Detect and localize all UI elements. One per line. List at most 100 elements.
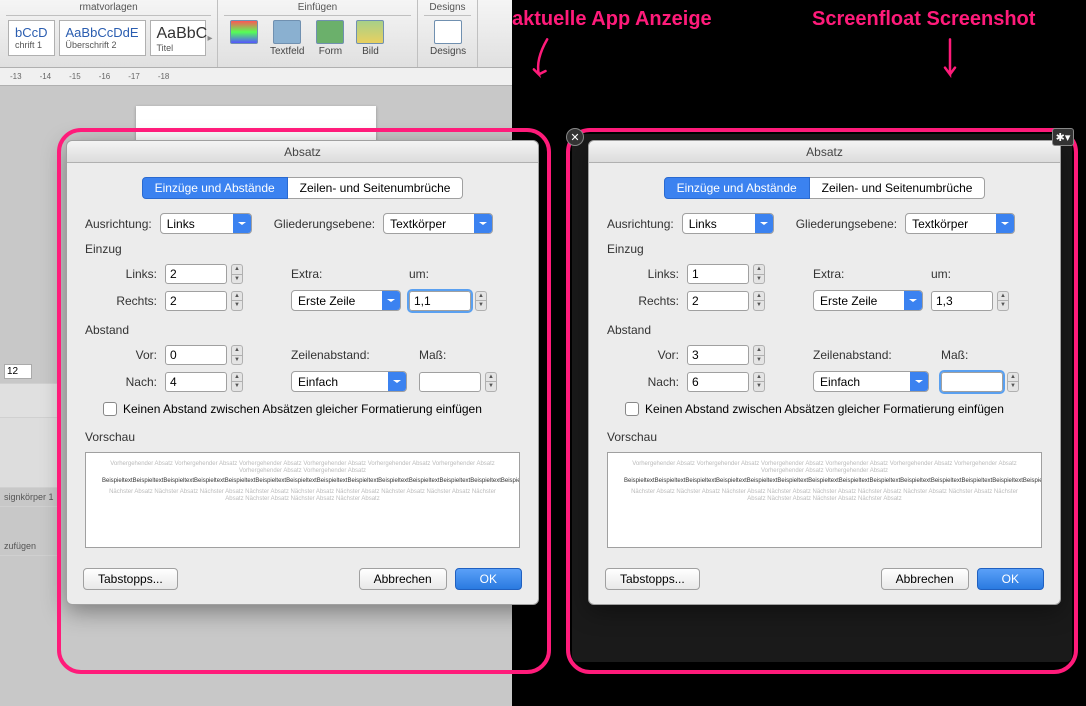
alignment-label: Ausrichtung: (85, 217, 152, 231)
style-heading2[interactable]: AaBbCcDdEÜberschrift 2 (59, 20, 146, 56)
dropdown-arrow-icon (996, 214, 1014, 233)
stepper-icon[interactable]: ▲▼ (231, 372, 243, 392)
arrow-left-icon (528, 36, 558, 86)
tabstops-button[interactable]: Tabstopps... (83, 568, 178, 590)
indent-right-input[interactable] (165, 291, 227, 311)
dropdown-arrow-icon (382, 291, 400, 310)
dialog-tabs: Einzüge und AbständeZeilen- und Seitenum… (607, 177, 1042, 199)
screenfloat-close-button[interactable]: ✕ (566, 128, 584, 146)
preview-snippet (0, 418, 60, 488)
tabstops-button[interactable]: Tabstopps... (605, 568, 700, 590)
dropdown-arrow-icon (388, 372, 406, 391)
sidebar-add-link[interactable]: zufügen (0, 537, 60, 556)
ribbon-section-designs: Designs (424, 2, 471, 16)
tab-pagebreaks[interactable]: Zeilen- und Seitenumbrüche (810, 177, 986, 199)
line-spacing-select[interactable]: Einfach (291, 371, 407, 392)
no-space-label: Keinen Abstand zwischen Absätzen gleiche… (123, 402, 482, 416)
stepper-icon[interactable]: ▲▼ (753, 345, 765, 365)
after-input[interactable] (165, 372, 227, 392)
stepper-icon[interactable]: ▲▼ (1007, 372, 1019, 392)
ribbon-designs[interactable]: Designs (424, 18, 472, 59)
preview-label: Vorschau (607, 430, 1042, 444)
cancel-button[interactable]: Abbrechen (359, 568, 447, 590)
um-label: um: (931, 267, 951, 281)
tab-pagebreaks[interactable]: Zeilen- und Seitenumbrüche (288, 177, 464, 199)
tab-indent-spacing[interactable]: Einzüge und Abstände (142, 177, 288, 199)
preview-label: Vorschau (85, 430, 520, 444)
no-space-checkbox[interactable] (625, 402, 639, 416)
stepper-icon[interactable]: ▲▼ (231, 291, 243, 311)
indent-right-input[interactable] (687, 291, 749, 311)
indent-section-label: Einzug (607, 242, 1042, 256)
alignment-label: Ausrichtung: (607, 217, 674, 231)
stepper-icon[interactable]: ▲▼ (753, 264, 765, 284)
indent-left-label: Links: (85, 267, 157, 281)
after-input[interactable] (687, 372, 749, 392)
alignment-select[interactable]: Links (682, 213, 774, 234)
style-title[interactable]: AaBbCTitel (150, 20, 206, 56)
stepper-icon[interactable]: ▲▼ (485, 372, 497, 392)
spacing-section-label: Abstand (85, 323, 520, 337)
no-space-checkbox[interactable] (103, 402, 117, 416)
ok-button[interactable]: OK (977, 568, 1044, 590)
before-label: Vor: (85, 348, 157, 362)
tab-indent-spacing[interactable]: Einzüge und Abstände (664, 177, 810, 199)
screenfloat-gear-button[interactable]: ✱▾ (1052, 128, 1074, 146)
indent-right-label: Rechts: (607, 294, 679, 308)
extra-select[interactable]: Erste Zeile (291, 290, 401, 311)
indent-left-label: Links: (607, 267, 679, 281)
dropdown-arrow-icon (474, 214, 492, 233)
no-space-label: Keinen Abstand zwischen Absätzen gleiche… (645, 402, 1004, 416)
ribbon-form[interactable]: Form (310, 18, 350, 59)
font-size-input[interactable] (4, 364, 32, 379)
measure-input[interactable] (941, 372, 1003, 392)
indent-left-input[interactable] (687, 264, 749, 284)
outline-level-select[interactable]: Textkörper (383, 213, 493, 234)
arrow-right-icon (940, 36, 960, 86)
outline-level-label: Gliederungsebene: (796, 217, 897, 231)
ribbon: rmatvorlagen bCcDchrift 1 AaBbCcDdEÜbers… (0, 0, 512, 68)
line-spacing-select[interactable]: Einfach (813, 371, 929, 392)
um-label: um: (409, 267, 429, 281)
dialog-title: Absatz (589, 141, 1060, 163)
ribbon-colors-icon[interactable] (224, 18, 264, 59)
ribbon-section-insert: Einfügen (224, 2, 411, 16)
ribbon-textfeld[interactable]: Textfeld (264, 18, 310, 59)
line-spacing-label: Zeilenabstand: (291, 348, 370, 362)
measure-input[interactable] (419, 372, 481, 392)
stepper-icon[interactable]: ▲▼ (753, 372, 765, 392)
dropdown-arrow-icon (233, 214, 251, 233)
before-input[interactable] (687, 345, 749, 365)
outline-level-label: Gliederungsebene: (274, 217, 375, 231)
outline-level-select[interactable]: Textkörper (905, 213, 1015, 234)
measure-label: Maß: (941, 348, 968, 362)
ok-button[interactable]: OK (455, 568, 522, 590)
before-input[interactable] (165, 345, 227, 365)
stepper-icon[interactable]: ▲▼ (231, 345, 243, 365)
indent-left-input[interactable] (165, 264, 227, 284)
stepper-icon[interactable]: ▲▼ (753, 291, 765, 311)
um-input[interactable] (409, 291, 471, 311)
extra-select[interactable]: Erste Zeile (813, 290, 923, 311)
extra-label: Extra: (291, 267, 322, 281)
before-label: Vor: (607, 348, 679, 362)
alignment-select[interactable]: Links (160, 213, 252, 234)
stepper-icon[interactable]: ▲▼ (997, 291, 1009, 311)
style-heading1[interactable]: bCcDchrift 1 (8, 20, 55, 56)
dropdown-arrow-icon (910, 372, 928, 391)
annotation-left-label: aktuelle App Anzeige (512, 8, 712, 31)
measure-label: Maß: (419, 348, 446, 362)
preview-box: Vorhergehender Absatz Vorhergehender Abs… (607, 452, 1042, 548)
annotation-right-label: Screenfloat Screenshot (812, 8, 1035, 31)
um-input[interactable] (931, 291, 993, 311)
stepper-icon[interactable]: ▲▼ (231, 264, 243, 284)
stepper-icon[interactable]: ▲▼ (475, 291, 487, 311)
spacing-section-label: Abstand (607, 323, 1042, 337)
style-scroll-icon[interactable]: ▸ (208, 18, 213, 58)
dropdown-arrow-icon (904, 291, 922, 310)
indent-right-label: Rechts: (85, 294, 157, 308)
cancel-button[interactable]: Abbrechen (881, 568, 969, 590)
ribbon-bild[interactable]: Bild (350, 18, 390, 59)
ruler: -13-14-15-16-17-18 (0, 68, 512, 86)
dialog-tabs: Einzüge und AbständeZeilen- und Seitenum… (85, 177, 520, 199)
